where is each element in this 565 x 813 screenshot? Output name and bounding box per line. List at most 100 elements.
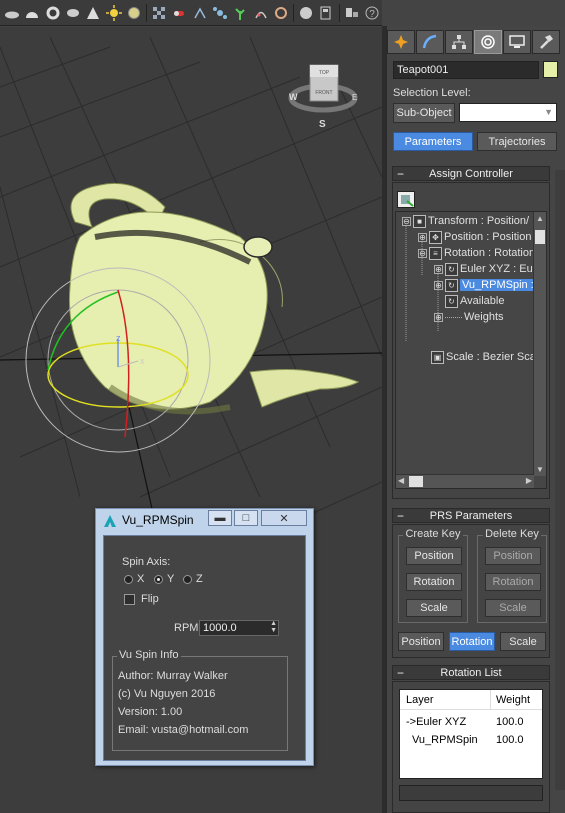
scale-mode-button[interactable]: Scale: [500, 632, 546, 651]
position-mode-button[interactable]: Position: [398, 632, 444, 651]
column-header-layer[interactable]: Layer: [406, 694, 434, 706]
expand-icon[interactable]: ⊕: [434, 264, 443, 274]
delete-position-key-button[interactable]: Position: [485, 547, 541, 565]
radio-y[interactable]: [154, 574, 163, 584]
collapse-icon[interactable]: ⊖: [402, 216, 411, 226]
bone-icon[interactable]: [190, 2, 210, 24]
maximize-button[interactable]: □: [234, 510, 258, 526]
prs-parameters-rollout-header[interactable]: − PRS Parameters: [392, 508, 550, 523]
controller-tree[interactable]: ⊖ ■ Transform : Position/ ⊕ ✥ Position : Pos…: [395, 211, 547, 489]
scrollbar-thumb[interactable]: [409, 476, 423, 487]
cone-icon[interactable]: [63, 2, 83, 24]
sphere-icon[interactable]: [22, 2, 42, 24]
object-name-field[interactable]: Teapot001: [393, 61, 539, 79]
assign-controller-title: Assign Controller: [429, 167, 513, 180]
modify-tab[interactable]: [416, 30, 444, 54]
tree-node-rotation[interactable]: ⊖ ≡ Rotation : Rotation: [418, 245, 535, 261]
sun-icon[interactable]: [103, 2, 123, 24]
delete-rotation-key-button[interactable]: Rotation: [485, 573, 541, 591]
axis-z-option[interactable]: Z: [183, 573, 203, 585]
tree-horizontal-scrollbar[interactable]: ◀ ▶: [396, 474, 534, 488]
scroll-right-icon[interactable]: ▶: [526, 476, 532, 485]
toolbar-divider: [338, 3, 340, 22]
tree-node-available[interactable]: ↻ Available: [445, 293, 504, 309]
pyramid-icon[interactable]: [83, 2, 103, 24]
display-tab[interactable]: [503, 30, 531, 54]
create-rotation-key-button[interactable]: Rotation: [406, 573, 462, 591]
rpm-spinner-field[interactable]: 1000.0 ▲ ▼: [199, 620, 279, 636]
hierarchy-icon: [452, 35, 466, 49]
minimize-button[interactable]: ▬: [208, 510, 232, 526]
help-icon[interactable]: ?: [362, 2, 382, 24]
column-header-weight[interactable]: Weight: [496, 694, 530, 706]
dialog-title: Vu_RPMSpin: [122, 513, 194, 527]
table-header: Layer Weight: [400, 690, 542, 710]
tree-node-weights[interactable]: ⊕ Weights: [434, 309, 504, 325]
vu-rpmspin-dialog: Vu_RPMSpin ▬ □ ✕ Spin Axis: X Y Z Flip R…: [95, 508, 314, 766]
plant-icon[interactable]: [230, 2, 250, 24]
expand-icon[interactable]: ⊕: [434, 312, 443, 322]
create-tab[interactable]: [387, 30, 415, 54]
main-toolbar: ?: [0, 0, 382, 26]
radio-z[interactable]: [183, 574, 192, 584]
display-icon[interactable]: [342, 2, 362, 24]
create-scale-key-button[interactable]: Scale: [406, 599, 462, 617]
flip-option[interactable]: Flip: [124, 593, 159, 605]
fire-icon[interactable]: [250, 2, 270, 24]
tree-vertical-scrollbar[interactable]: ▲ ▼: [533, 212, 546, 476]
molecule-icon[interactable]: [210, 2, 230, 24]
tree-node-scale[interactable]: ▣ Scale : Bezier Sca: [431, 349, 536, 365]
utilities-tab[interactable]: [532, 30, 560, 54]
axis-y-label: Y: [167, 573, 175, 585]
sub-object-dropdown[interactable]: ▼: [459, 103, 557, 122]
axis-y-option[interactable]: Y: [154, 573, 174, 585]
layer-name-field[interactable]: [399, 785, 543, 801]
expand-icon[interactable]: ⊕: [434, 280, 443, 290]
sub-object-button[interactable]: Sub-Object: [393, 103, 455, 123]
motion-tab[interactable]: [474, 30, 502, 54]
tree-node-euler-xyz[interactable]: ⊕ ↻ Euler XYZ : Eu: [434, 261, 533, 277]
checker-icon[interactable]: [149, 2, 169, 24]
scroll-left-icon[interactable]: ◀: [398, 476, 404, 485]
scroll-up-icon[interactable]: ▲: [536, 214, 544, 223]
rotation-list-rollout-header[interactable]: − Rotation List: [392, 665, 550, 680]
flip-checkbox[interactable]: [124, 593, 135, 605]
torus-icon[interactable]: [43, 2, 63, 24]
max-logo-icon: [104, 515, 116, 527]
command-panel-scrollbar[interactable]: [555, 170, 565, 790]
pill-icon[interactable]: [169, 2, 189, 24]
table-row[interactable]: Vu_RPMSpin 100.0: [412, 734, 536, 749]
tree-node-vu-rpmspin[interactable]: ⊕ ↻ Vu_RPMSpin :: [434, 277, 536, 293]
weight-cell: 100.0: [496, 734, 524, 746]
rotation-list-table[interactable]: Layer Weight ->Euler XYZ 100.0 Vu_RPMSpi…: [399, 689, 543, 779]
omni-light-icon[interactable]: [124, 2, 144, 24]
assign-controller-rollout-header[interactable]: − Assign Controller: [392, 166, 550, 181]
assign-controller-icon[interactable]: [397, 191, 415, 208]
object-color-swatch[interactable]: [543, 61, 558, 78]
light-sphere-icon[interactable]: [296, 2, 316, 24]
scroll-down-icon[interactable]: ▼: [536, 465, 544, 474]
create-position-key-button[interactable]: Position: [406, 547, 462, 565]
trajectories-button[interactable]: Trajectories: [477, 132, 557, 151]
table-row[interactable]: ->Euler XYZ 100.0: [406, 716, 536, 731]
teapot[interactable]: [68, 182, 360, 415]
delete-scale-key-button[interactable]: Scale: [485, 599, 541, 617]
panel-splitter[interactable]: [382, 26, 386, 813]
parameters-button[interactable]: Parameters: [393, 132, 473, 151]
close-button[interactable]: ✕: [261, 510, 307, 526]
collapse-icon[interactable]: ⊖: [418, 248, 427, 258]
rotation-mode-button[interactable]: Rotation: [449, 632, 495, 651]
tree-node-transform[interactable]: ⊖ ■ Transform : Position/: [402, 213, 529, 229]
expand-icon[interactable]: ⊕: [418, 232, 427, 242]
hierarchy-tab[interactable]: [445, 30, 473, 54]
rotation-list-title: Rotation List: [440, 666, 502, 679]
render-icon[interactable]: [316, 2, 336, 24]
dialog-titlebar[interactable]: Vu_RPMSpin ▬ □ ✕: [96, 509, 313, 531]
tree-node-position[interactable]: ⊕ ✥ Position : Position: [418, 229, 531, 245]
radio-x[interactable]: [124, 574, 133, 584]
plane-icon[interactable]: [2, 2, 22, 24]
axis-x-option[interactable]: X: [124, 573, 144, 585]
spinner-arrows-icon[interactable]: ▲ ▼: [270, 620, 277, 634]
camera-reel-icon[interactable]: [271, 2, 291, 24]
scrollbar-thumb[interactable]: [535, 230, 545, 244]
